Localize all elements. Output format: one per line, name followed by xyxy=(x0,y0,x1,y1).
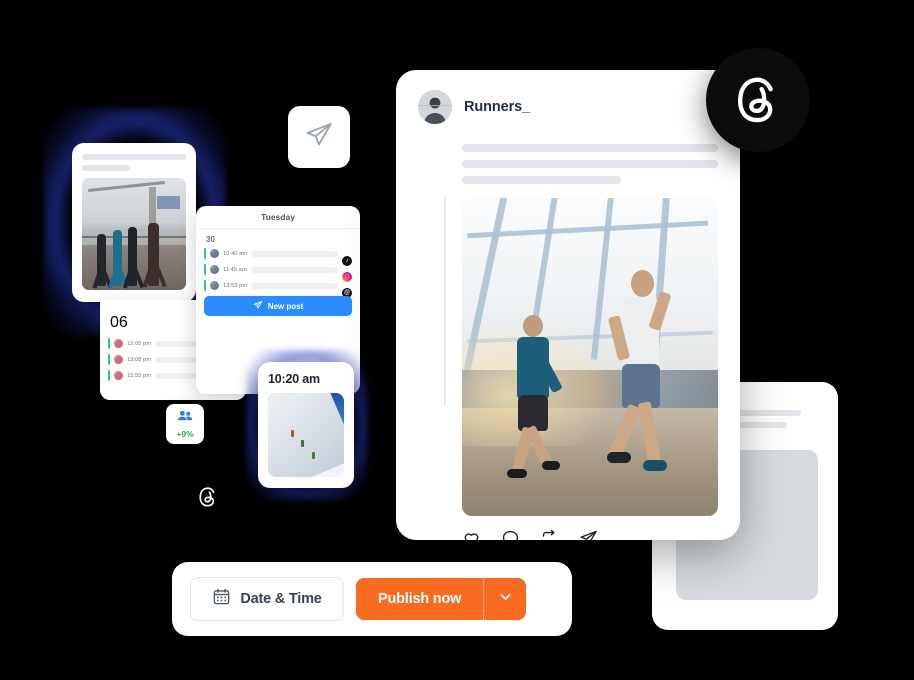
avatar[interactable] xyxy=(418,90,452,124)
post-action-bar xyxy=(396,516,740,540)
new-post-label: New post xyxy=(267,301,304,311)
post-username[interactable]: Runners_ xyxy=(464,99,530,115)
publish-button-group: Publish now xyxy=(356,578,527,620)
left-post-photo xyxy=(82,178,186,290)
entry-time: 13:53 pm xyxy=(223,282,248,289)
left-post-card[interactable] xyxy=(72,143,196,302)
left-post-skeleton-lines xyxy=(82,154,186,176)
publish-dropdown-toggle[interactable] xyxy=(483,578,527,620)
date-time-button[interactable]: Date & Time xyxy=(190,577,344,621)
entry-avatar xyxy=(210,249,219,258)
entry-title-placeholder xyxy=(250,266,338,273)
entry-accent-bar xyxy=(204,248,206,259)
composition-stage: 06 12:05 pm P 13:08 pm ♪ 15:55 pm xyxy=(0,0,914,680)
entry-title-placeholder xyxy=(251,282,338,289)
paper-plane-tile[interactable] xyxy=(288,106,350,168)
date-time-label: Date & Time xyxy=(240,591,322,607)
skeleton-line xyxy=(82,165,130,171)
calendar-icon xyxy=(212,587,231,611)
entry-accent-bar xyxy=(108,354,110,365)
comment-bubble-icon[interactable] xyxy=(501,529,520,540)
scheduled-time-card[interactable]: 10:20 am xyxy=(258,362,354,488)
entry-time: 13:08 pm xyxy=(127,356,152,363)
post-header: Runners_ xyxy=(396,70,740,124)
instagram-icon: □ xyxy=(342,265,352,282)
tiktok-icon: ♪ xyxy=(342,249,352,266)
entry-avatar xyxy=(114,355,123,364)
threads-icon xyxy=(194,483,222,511)
entry-time: 12:05 pm xyxy=(127,340,152,347)
group-people-icon xyxy=(177,409,193,427)
paper-plane-icon[interactable] xyxy=(579,529,598,540)
skeleton-line xyxy=(462,144,718,152)
entry-avatar xyxy=(210,265,219,274)
scheduled-post-photo xyxy=(268,393,344,477)
repost-icon[interactable] xyxy=(540,529,559,540)
schedule-entry[interactable]: 13:53 pm @ xyxy=(196,279,360,298)
chevron-down-icon xyxy=(497,588,514,610)
entry-time: 11:45 am xyxy=(223,266,247,273)
publish-action-bar: Date & Time Publish now xyxy=(172,562,572,636)
entry-accent-bar xyxy=(108,370,110,381)
growth-badge: +9% xyxy=(166,404,204,444)
skeleton-line xyxy=(462,160,718,168)
post-photo xyxy=(462,198,718,516)
paper-plane-icon xyxy=(253,300,263,312)
publish-now-button[interactable]: Publish now xyxy=(356,578,484,620)
entry-time: 10:40 am xyxy=(223,250,248,257)
schedule-entry[interactable]: 11:45 am □ xyxy=(196,263,360,282)
entry-time: 15:55 pm xyxy=(127,372,152,379)
entry-title-placeholder xyxy=(251,250,338,257)
entry-avatar xyxy=(210,281,219,290)
post-body-skeleton xyxy=(396,124,740,184)
main-post-card[interactable]: Runners_ xyxy=(396,70,740,540)
growth-value: +9% xyxy=(176,429,194,439)
thread-connector-line xyxy=(444,196,446,406)
entry-accent-bar xyxy=(108,338,110,349)
entry-avatar xyxy=(114,371,123,380)
entry-avatar xyxy=(114,339,123,348)
schedule-day-number: 30 xyxy=(206,235,215,244)
new-post-button[interactable]: New post xyxy=(204,296,352,316)
entry-accent-bar xyxy=(204,280,206,291)
paper-plane-icon xyxy=(304,120,334,155)
threads-icon: @ xyxy=(342,281,352,298)
heart-icon[interactable] xyxy=(462,529,481,540)
skeleton-line xyxy=(462,176,621,184)
schedule-day-label: Tuesday xyxy=(196,206,360,229)
scheduled-time-label: 10:20 am xyxy=(268,372,320,386)
entry-accent-bar xyxy=(204,264,206,275)
schedule-entry[interactable]: 10:40 am ♪ xyxy=(196,247,360,266)
threads-icon xyxy=(706,48,810,152)
skeleton-line xyxy=(82,154,186,160)
